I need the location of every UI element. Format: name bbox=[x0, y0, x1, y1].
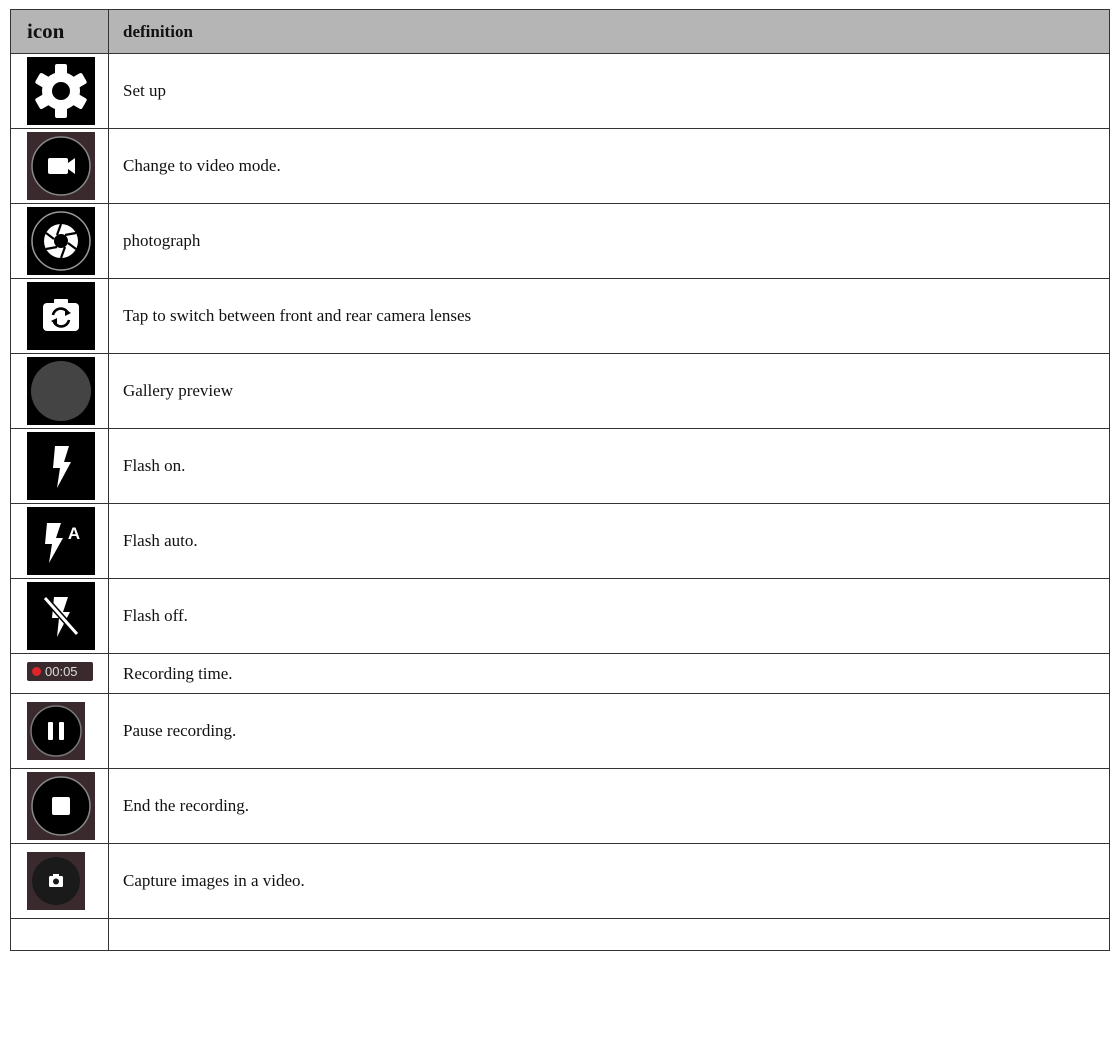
icon-cell bbox=[10, 918, 109, 951]
icon-cell bbox=[10, 53, 109, 129]
icon-cell bbox=[10, 768, 109, 844]
table-row: Pause recording. bbox=[10, 693, 1110, 769]
table-row: Flash off. bbox=[10, 578, 1110, 654]
icon-cell bbox=[10, 278, 109, 354]
gear-icon bbox=[27, 57, 95, 125]
definition-text: Change to video mode. bbox=[108, 128, 1110, 204]
video-camera-icon bbox=[27, 132, 95, 200]
definition-text: Gallery preview bbox=[108, 353, 1110, 429]
table-row: Flash on. bbox=[10, 428, 1110, 504]
definition-text: Flash on. bbox=[108, 428, 1110, 504]
table-row: Tap to switch between front and rear cam… bbox=[10, 278, 1110, 354]
definition-text: Tap to switch between front and rear cam… bbox=[108, 278, 1110, 354]
svg-text:A: A bbox=[68, 524, 80, 543]
icon-cell: 00:05 bbox=[10, 653, 109, 694]
shutter-icon bbox=[27, 207, 95, 275]
definition-text: photograph bbox=[108, 203, 1110, 279]
recording-time-icon: 00:05 bbox=[27, 661, 93, 681]
icon-cell bbox=[10, 843, 109, 919]
capture-icon bbox=[27, 852, 85, 910]
icon-cell bbox=[10, 203, 109, 279]
definition-text: Flash auto. bbox=[108, 503, 1110, 579]
icon-cell bbox=[10, 353, 109, 429]
table-row: Set up bbox=[10, 53, 1110, 129]
table-row: A Flash auto. bbox=[10, 503, 1110, 579]
table-header-row: icon definition bbox=[10, 9, 1110, 54]
header-icon: icon bbox=[10, 9, 109, 54]
gallery-preview-icon bbox=[27, 357, 95, 425]
table-row bbox=[10, 918, 1110, 951]
record-dot-icon bbox=[32, 666, 41, 676]
flash-on-icon bbox=[27, 432, 95, 500]
icon-cell bbox=[10, 693, 109, 769]
stop-icon bbox=[27, 772, 95, 840]
definition-text: Pause recording. bbox=[108, 693, 1110, 769]
definition-text: Set up bbox=[108, 53, 1110, 129]
table-row: 00:05 Recording time. bbox=[10, 653, 1110, 694]
definition-text: Recording time. bbox=[108, 653, 1110, 694]
pause-icon bbox=[27, 702, 85, 760]
definition-text bbox=[108, 918, 1110, 951]
definition-text: End the recording. bbox=[108, 768, 1110, 844]
table-row: Change to video mode. bbox=[10, 128, 1110, 204]
icon-cell bbox=[10, 128, 109, 204]
icon-cell bbox=[10, 578, 109, 654]
recording-time-value: 00:05 bbox=[45, 663, 78, 679]
header-definition: definition bbox=[108, 9, 1110, 54]
table-row: Gallery preview bbox=[10, 353, 1110, 429]
table-row: End the recording. bbox=[10, 768, 1110, 844]
definition-text: Flash off. bbox=[108, 578, 1110, 654]
table-row: Capture images in a video. bbox=[10, 843, 1110, 919]
table-row: photograph bbox=[10, 203, 1110, 279]
flash-auto-icon: A bbox=[27, 507, 95, 575]
camera-switch-icon bbox=[27, 282, 95, 350]
definition-text: Capture images in a video. bbox=[108, 843, 1110, 919]
icon-definition-table: icon definition Set up Change to video m… bbox=[10, 9, 1110, 951]
flash-off-icon bbox=[27, 582, 95, 650]
icon-cell: A bbox=[10, 503, 109, 579]
icon-cell bbox=[10, 428, 109, 504]
